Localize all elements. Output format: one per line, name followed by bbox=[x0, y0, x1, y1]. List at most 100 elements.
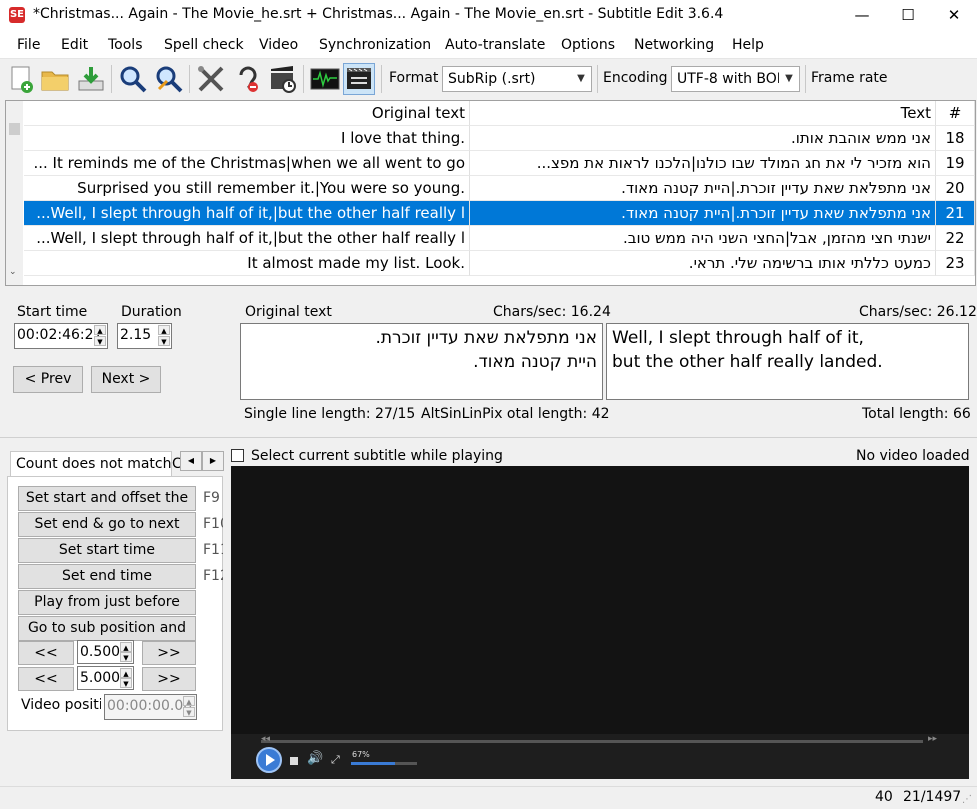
menu-options[interactable]: Options bbox=[561, 37, 615, 53]
menu-synchronization[interactable]: Synchronization bbox=[319, 37, 431, 53]
duration-input[interactable]: 2.15 ▲ ▼ bbox=[117, 323, 172, 349]
forward-large-button[interactable]: >> bbox=[142, 667, 196, 691]
new-file-icon[interactable] bbox=[5, 63, 37, 95]
header-number[interactable]: # bbox=[936, 101, 975, 126]
set-start-time-button[interactable]: Set start time bbox=[18, 538, 196, 563]
find-icon[interactable] bbox=[117, 63, 149, 95]
original-text-label: Original text bbox=[245, 304, 332, 320]
back-large-button[interactable]: << bbox=[18, 667, 74, 691]
set-start-offset-button[interactable]: Set start and offset the bbox=[18, 486, 196, 511]
start-time-input[interactable]: 00:02:46:21 ▲ ▼ bbox=[14, 323, 108, 349]
status-line-count: 40 bbox=[875, 789, 893, 805]
spin-down-icon[interactable]: ▼ bbox=[94, 336, 106, 346]
table-row[interactable]: ...Well, I slept through half of it,|but… bbox=[24, 226, 975, 251]
select-current-checkbox[interactable] bbox=[231, 449, 244, 462]
spin-up-icon[interactable]: ▲ bbox=[94, 325, 106, 335]
volume-icon[interactable]: 🔊 bbox=[307, 751, 323, 766]
back-small-button[interactable]: << bbox=[18, 641, 74, 665]
chevron-down-icon: ▼ bbox=[571, 67, 591, 91]
set-end-time-button[interactable]: Set end time bbox=[18, 564, 196, 589]
spin-up-icon[interactable]: ▲ bbox=[120, 642, 132, 652]
menu-video[interactable]: Video bbox=[259, 37, 298, 53]
forward-small-button[interactable]: >> bbox=[142, 641, 196, 665]
video-position-input[interactable]: 00:00:00.00 ▲ ▼ bbox=[104, 694, 197, 720]
menu-auto-translate[interactable]: Auto-translate bbox=[445, 37, 545, 53]
video-player[interactable]: ◂◂ ▸▸ 🔊 ⤢ 67% bbox=[231, 466, 969, 779]
menu-edit[interactable]: Edit bbox=[61, 37, 88, 53]
visual-sync-icon[interactable] bbox=[267, 63, 299, 95]
volume-slider[interactable] bbox=[351, 762, 417, 765]
table-row[interactable]: It almost made my list. Look. כמעט כללתי… bbox=[24, 251, 975, 276]
menu-networking[interactable]: Networking bbox=[634, 37, 714, 53]
waveform-icon[interactable] bbox=[309, 63, 341, 95]
fullscreen-icon[interactable]: ⤢ bbox=[331, 753, 340, 767]
toolbar-separator bbox=[597, 65, 598, 93]
spin-up-icon[interactable]: ▲ bbox=[183, 696, 195, 706]
resize-grip-icon[interactable]: ⋰ bbox=[962, 794, 972, 805]
minimize-button[interactable]: — bbox=[839, 0, 885, 31]
table-row-selected[interactable]: ...Well, I slept through half of it,|but… bbox=[24, 201, 975, 226]
encoding-select[interactable]: UTF-8 with BOM ▼ bbox=[671, 66, 800, 92]
seek-start-icon[interactable]: ◂◂ bbox=[261, 734, 270, 744]
subtitle-grid[interactable]: ⌄ Original text Text # I love that thing… bbox=[5, 100, 976, 286]
original-text-editor[interactable]: Well, I slept through half of it, but th… bbox=[606, 323, 969, 400]
spin-down-icon[interactable]: ▼ bbox=[120, 652, 132, 662]
spin-down-icon[interactable]: ▼ bbox=[183, 707, 195, 717]
tab-scroll-left-icon[interactable]: ◀ bbox=[180, 451, 202, 471]
chevron-down-icon[interactable]: ⌄ bbox=[9, 267, 17, 277]
header-text[interactable]: Text bbox=[470, 101, 936, 126]
large-step-input[interactable]: 5.000 ▲ ▼ bbox=[77, 666, 134, 690]
play-button[interactable] bbox=[256, 747, 282, 773]
tab-scroll-right-icon[interactable]: ▶ bbox=[202, 451, 224, 471]
stop-icon[interactable] bbox=[290, 757, 298, 765]
menu-spell-check[interactable]: Spell check bbox=[164, 37, 244, 53]
start-time-label: Start time bbox=[17, 304, 88, 320]
play-icon bbox=[266, 754, 275, 766]
header-original-text[interactable]: Original text bbox=[24, 101, 470, 126]
spin-down-icon[interactable]: ▼ bbox=[158, 336, 170, 346]
row-original-text: ...Well, I slept through half of it,|but… bbox=[24, 226, 470, 251]
chars-per-sec-original: Chars/sec: 26.12 bbox=[859, 304, 977, 320]
next-button[interactable]: Next > bbox=[91, 366, 161, 393]
video-player-icon[interactable] bbox=[343, 63, 375, 95]
menu-file[interactable]: File bbox=[17, 37, 40, 53]
prev-button[interactable]: < Prev bbox=[13, 366, 83, 393]
open-folder-icon[interactable] bbox=[39, 63, 71, 95]
row-text: אני ממש אוהבת אותו. bbox=[470, 126, 936, 151]
grid-header: Original text Text # bbox=[24, 101, 975, 126]
menu-help[interactable]: Help bbox=[732, 37, 764, 53]
seek-end-icon[interactable]: ▸▸ bbox=[928, 734, 937, 744]
set-end-go-next-button[interactable]: Set end & go to next bbox=[18, 512, 196, 537]
splitter[interactable] bbox=[0, 437, 977, 438]
toolbar-separator bbox=[303, 65, 304, 93]
grid-scrollbar[interactable]: ⌄ bbox=[6, 101, 23, 285]
row-number: 18 bbox=[936, 126, 975, 151]
row-number: 20 bbox=[936, 176, 975, 201]
format-select[interactable]: SubRip (.srt) ▼ bbox=[442, 66, 592, 92]
table-row[interactable]: ... It reminds me of the Christmas|when … bbox=[24, 151, 975, 176]
tab-count-not-match[interactable]: Count does not match bbox=[10, 451, 172, 477]
spin-up-icon[interactable]: ▲ bbox=[158, 325, 170, 335]
go-to-sub-position-button[interactable]: Go to sub position and bbox=[18, 616, 196, 641]
seek-bar[interactable] bbox=[261, 740, 923, 743]
table-row[interactable]: Surprised you still remember it.|You wer… bbox=[24, 176, 975, 201]
replace-icon[interactable] bbox=[153, 63, 185, 95]
save-download-icon[interactable] bbox=[75, 63, 107, 95]
row-original-text: I love that thing. bbox=[24, 126, 470, 151]
fix-errors-icon[interactable] bbox=[195, 63, 227, 95]
menu-tools[interactable]: Tools bbox=[108, 37, 143, 53]
scrollbar-thumb[interactable] bbox=[9, 123, 20, 135]
text-editor[interactable]: אני מתפלאת שאת עדיין זוכרת. היית קטנה מא… bbox=[240, 323, 603, 400]
table-row[interactable]: I love that thing. אני ממש אוהבת אותו. 1… bbox=[24, 126, 975, 151]
play-from-before-button[interactable]: Play from just before bbox=[18, 590, 196, 615]
spin-up-icon[interactable]: ▲ bbox=[120, 668, 132, 678]
select-current-label: Select current subtitle while playing bbox=[251, 448, 503, 464]
close-button[interactable]: ✕ bbox=[931, 0, 977, 31]
spin-down-icon[interactable]: ▼ bbox=[120, 678, 132, 688]
chars-per-sec-text: Chars/sec: 16.24 bbox=[493, 304, 611, 320]
hearing-impaired-icon[interactable] bbox=[231, 63, 263, 95]
single-line-length: Single line length: 27/15 bbox=[244, 406, 416, 422]
small-step-input[interactable]: 0.500 ▲ ▼ bbox=[77, 640, 134, 664]
toolbar-separator bbox=[189, 65, 190, 93]
maximize-button[interactable]: ☐ bbox=[885, 0, 931, 31]
